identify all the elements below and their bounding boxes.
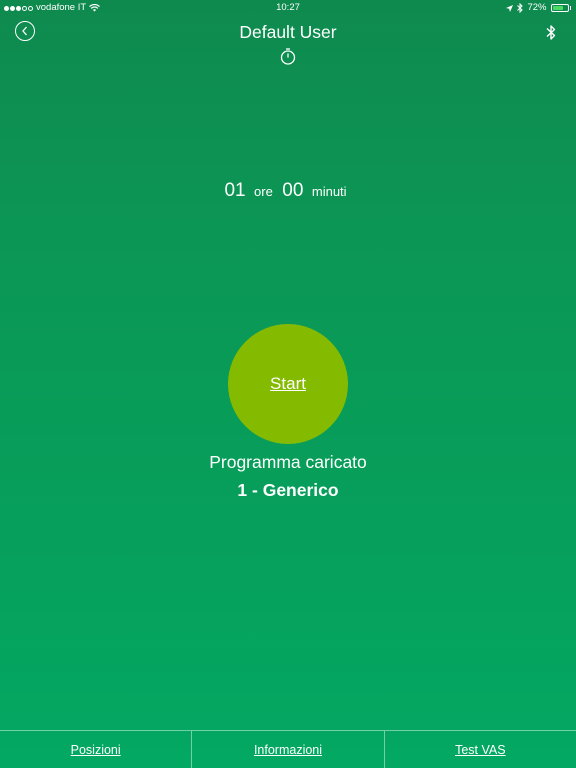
start-button[interactable]: Start: [228, 324, 348, 444]
bluetooth-icon[interactable]: [544, 24, 558, 41]
start-button-label: Start: [270, 374, 306, 393]
timer-icon: [280, 48, 296, 65]
tab-informazioni[interactable]: Informazioni: [191, 731, 383, 768]
timer-minutes-unit: minuti: [311, 184, 347, 199]
timer-minutes: 00: [282, 180, 304, 201]
status-time: 10:27: [276, 2, 300, 13]
bottom-tab-bar: Posizioni Informazioni Test VAS: [0, 730, 576, 768]
status-bar: vodafone IT 10:27 72%: [0, 0, 576, 16]
program-name: 1 - Generico: [237, 480, 339, 500]
program-loaded-label: Programma caricato: [209, 452, 367, 472]
location-arrow-icon: [506, 4, 514, 12]
battery-fill: [552, 6, 563, 10]
battery-tip: [569, 6, 571, 10]
status-right: 72%: [506, 0, 571, 16]
tab-test-vas[interactable]: Test VAS: [383, 731, 576, 768]
battery-icon: [550, 4, 569, 12]
page-title: Default User: [239, 22, 337, 42]
battery-percent: 72%: [527, 2, 547, 13]
timer-hours: 01: [224, 180, 246, 201]
tab-posizioni[interactable]: Posizioni: [0, 731, 191, 768]
bluetooth-status-icon: [517, 3, 524, 13]
timer-hours-unit: ore: [254, 184, 273, 199]
timer-readout: 01 ore 00 minuti: [0, 180, 576, 202]
